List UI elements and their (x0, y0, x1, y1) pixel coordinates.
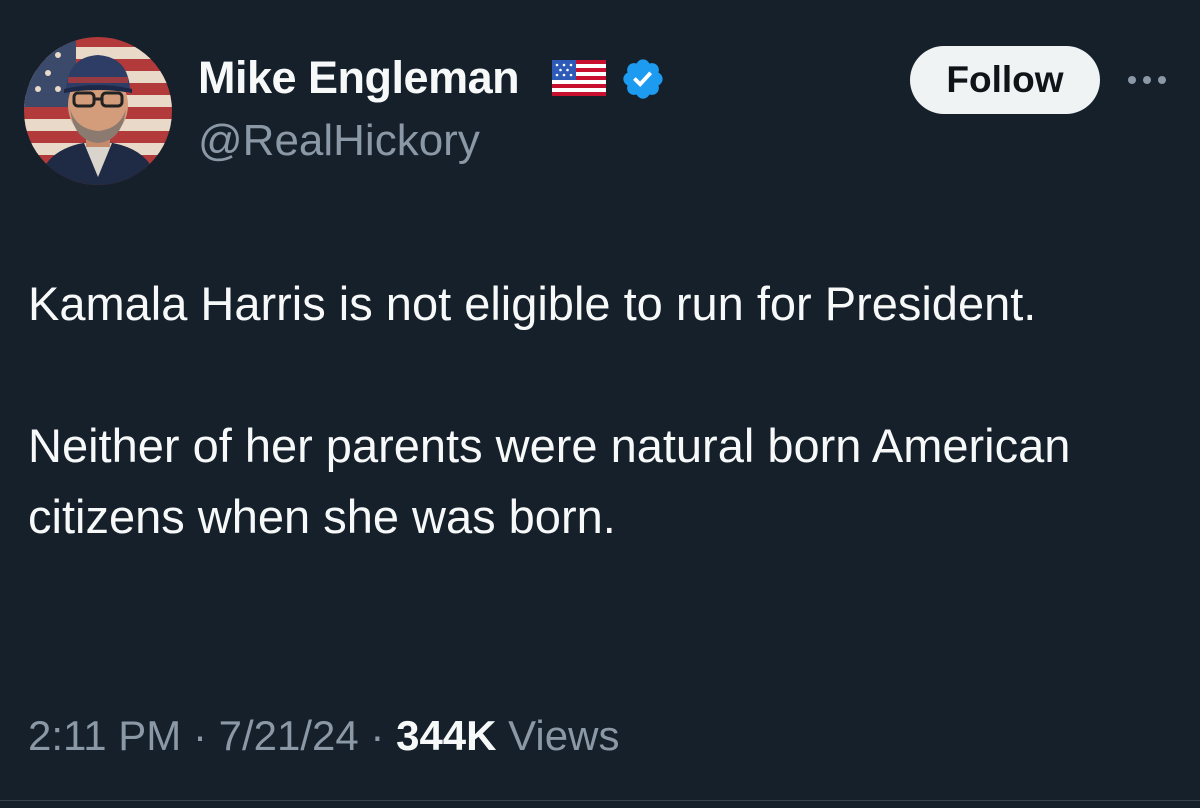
tweet-date[interactable]: 7/21/24 (219, 712, 359, 759)
tweet-card: Mike Engleman @RealHickory Follow Kamala… (0, 0, 1200, 808)
divider (0, 800, 1200, 801)
follow-button[interactable]: Follow (910, 46, 1100, 114)
verified-badge-icon[interactable] (620, 56, 666, 102)
meta-separator: · (358, 712, 397, 759)
display-name[interactable]: Mike Engleman (198, 52, 520, 104)
tweet-text: Kamala Harris is not eligible to run for… (28, 268, 1168, 552)
tweet-meta: 2:11 PM · 7/21/24 · 344K Views (28, 712, 619, 760)
meta-separator: · (181, 712, 219, 759)
more-dots-icon[interactable] (1125, 70, 1169, 90)
views-count: 344K (396, 712, 497, 759)
user-handle[interactable]: @RealHickory (198, 116, 480, 166)
us-flag-icon (552, 60, 606, 96)
tweet-paragraph: Neither of her parents were natural born… (28, 419, 1071, 543)
views-label: Views (496, 712, 620, 759)
avatar[interactable] (24, 37, 172, 185)
tweet-paragraph: Kamala Harris is not eligible to run for… (28, 277, 1037, 330)
tweet-time[interactable]: 2:11 PM (28, 712, 181, 759)
